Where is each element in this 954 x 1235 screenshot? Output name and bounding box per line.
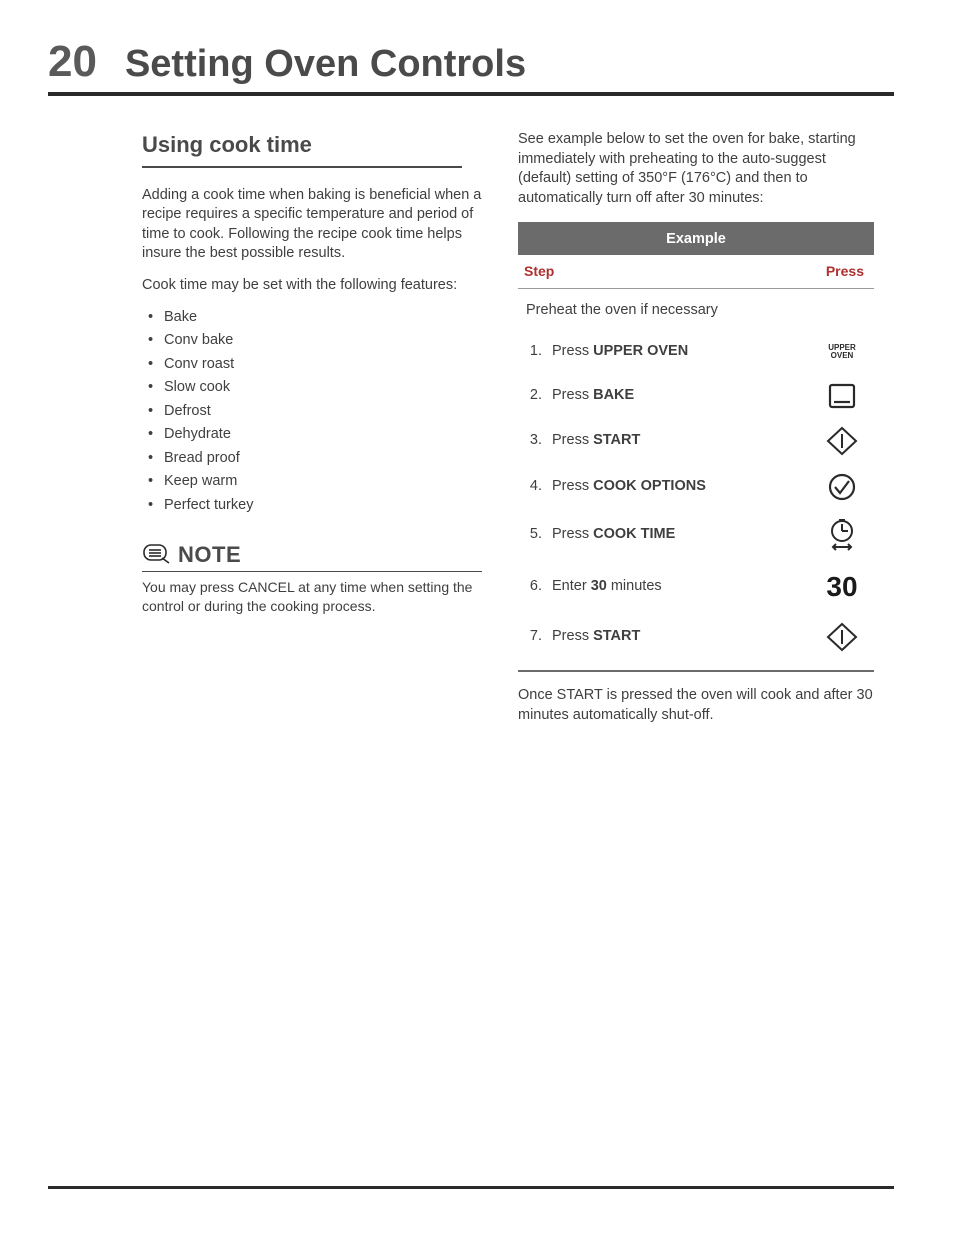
note-label: NOTE bbox=[178, 540, 241, 570]
cook-time-icon bbox=[814, 518, 870, 552]
right-column: See example below to set the oven for ba… bbox=[518, 130, 874, 725]
start-icon bbox=[814, 622, 870, 652]
step-number: 2. bbox=[524, 386, 546, 406]
col-press: Press bbox=[826, 262, 864, 281]
table-banner: Example bbox=[518, 225, 874, 255]
col-step: Step bbox=[524, 262, 554, 281]
list-item: Keep warm bbox=[142, 472, 482, 492]
table-row: 6. Enter 30 minutes 30 bbox=[524, 560, 870, 614]
example-table: Example Step Press Preheat the oven if n… bbox=[518, 222, 874, 672]
note-icon bbox=[142, 542, 172, 566]
thirty-icon: 30 bbox=[814, 568, 870, 606]
page-title: Setting Oven Controls bbox=[125, 43, 526, 86]
table-row: 4. Press COOK OPTIONS bbox=[524, 464, 870, 510]
table-row: 5. Press COOK TIME bbox=[524, 510, 870, 560]
step-text: Press COOK TIME bbox=[546, 525, 814, 545]
step-number: 5. bbox=[524, 525, 546, 545]
after-table-text: Once START is pressed the oven will cook… bbox=[518, 686, 874, 725]
note-text: You may press CANCEL at any time when se… bbox=[142, 578, 482, 616]
step-number: 1. bbox=[524, 342, 546, 362]
list-item: Slow cook bbox=[142, 378, 482, 398]
features-list: Bake Conv bake Conv roast Slow cook Defr… bbox=[142, 308, 482, 516]
page-header: 20 Setting Oven Controls bbox=[48, 40, 894, 96]
list-item: Conv bake bbox=[142, 331, 482, 351]
list-item: Perfect turkey bbox=[142, 496, 482, 516]
list-item: Dehydrate bbox=[142, 425, 482, 445]
step-number: 4. bbox=[524, 477, 546, 497]
table-row: 2. Press BAKE bbox=[524, 374, 870, 418]
step-text: Press START bbox=[546, 431, 814, 451]
intro-paragraph: Adding a cook time when baking is benefi… bbox=[142, 186, 482, 264]
footer-rule bbox=[48, 1186, 894, 1189]
step-text: Press UPPER OVEN bbox=[546, 342, 814, 362]
section-heading: Using cook time bbox=[142, 130, 462, 168]
right-intro: See example below to set the oven for ba… bbox=[518, 130, 874, 208]
step-number: 6. bbox=[524, 577, 546, 597]
step-number: 3. bbox=[524, 431, 546, 451]
step-text: Press START bbox=[546, 627, 814, 647]
cook-options-icon bbox=[814, 472, 870, 502]
table-header: Step Press bbox=[518, 255, 874, 289]
step-number: 7. bbox=[524, 627, 546, 647]
list-item: Bread proof bbox=[142, 449, 482, 469]
upper-oven-icon: UPPEROVEN bbox=[814, 344, 870, 361]
preheat-row: Preheat the oven if necessary bbox=[524, 297, 870, 331]
features-lead: Cook time may be set with the following … bbox=[142, 276, 482, 296]
bake-icon bbox=[814, 382, 870, 410]
list-item: Defrost bbox=[142, 402, 482, 422]
left-column: Using cook time Adding a cook time when … bbox=[142, 130, 482, 725]
list-item: Bake bbox=[142, 308, 482, 328]
table-row: 7. Press START bbox=[524, 614, 870, 660]
list-item: Conv roast bbox=[142, 355, 482, 375]
table-row: 1. Press UPPER OVEN UPPEROVEN bbox=[524, 330, 870, 374]
table-row: 3. Press START bbox=[524, 418, 870, 464]
step-text: Press BAKE bbox=[546, 386, 814, 406]
note-block: NOTE You may press CANCEL at any time wh… bbox=[142, 540, 482, 616]
step-text: Enter 30 minutes bbox=[546, 577, 814, 597]
step-text: Press COOK OPTIONS bbox=[546, 477, 814, 497]
page-number: 20 bbox=[48, 40, 97, 84]
start-icon bbox=[814, 426, 870, 456]
